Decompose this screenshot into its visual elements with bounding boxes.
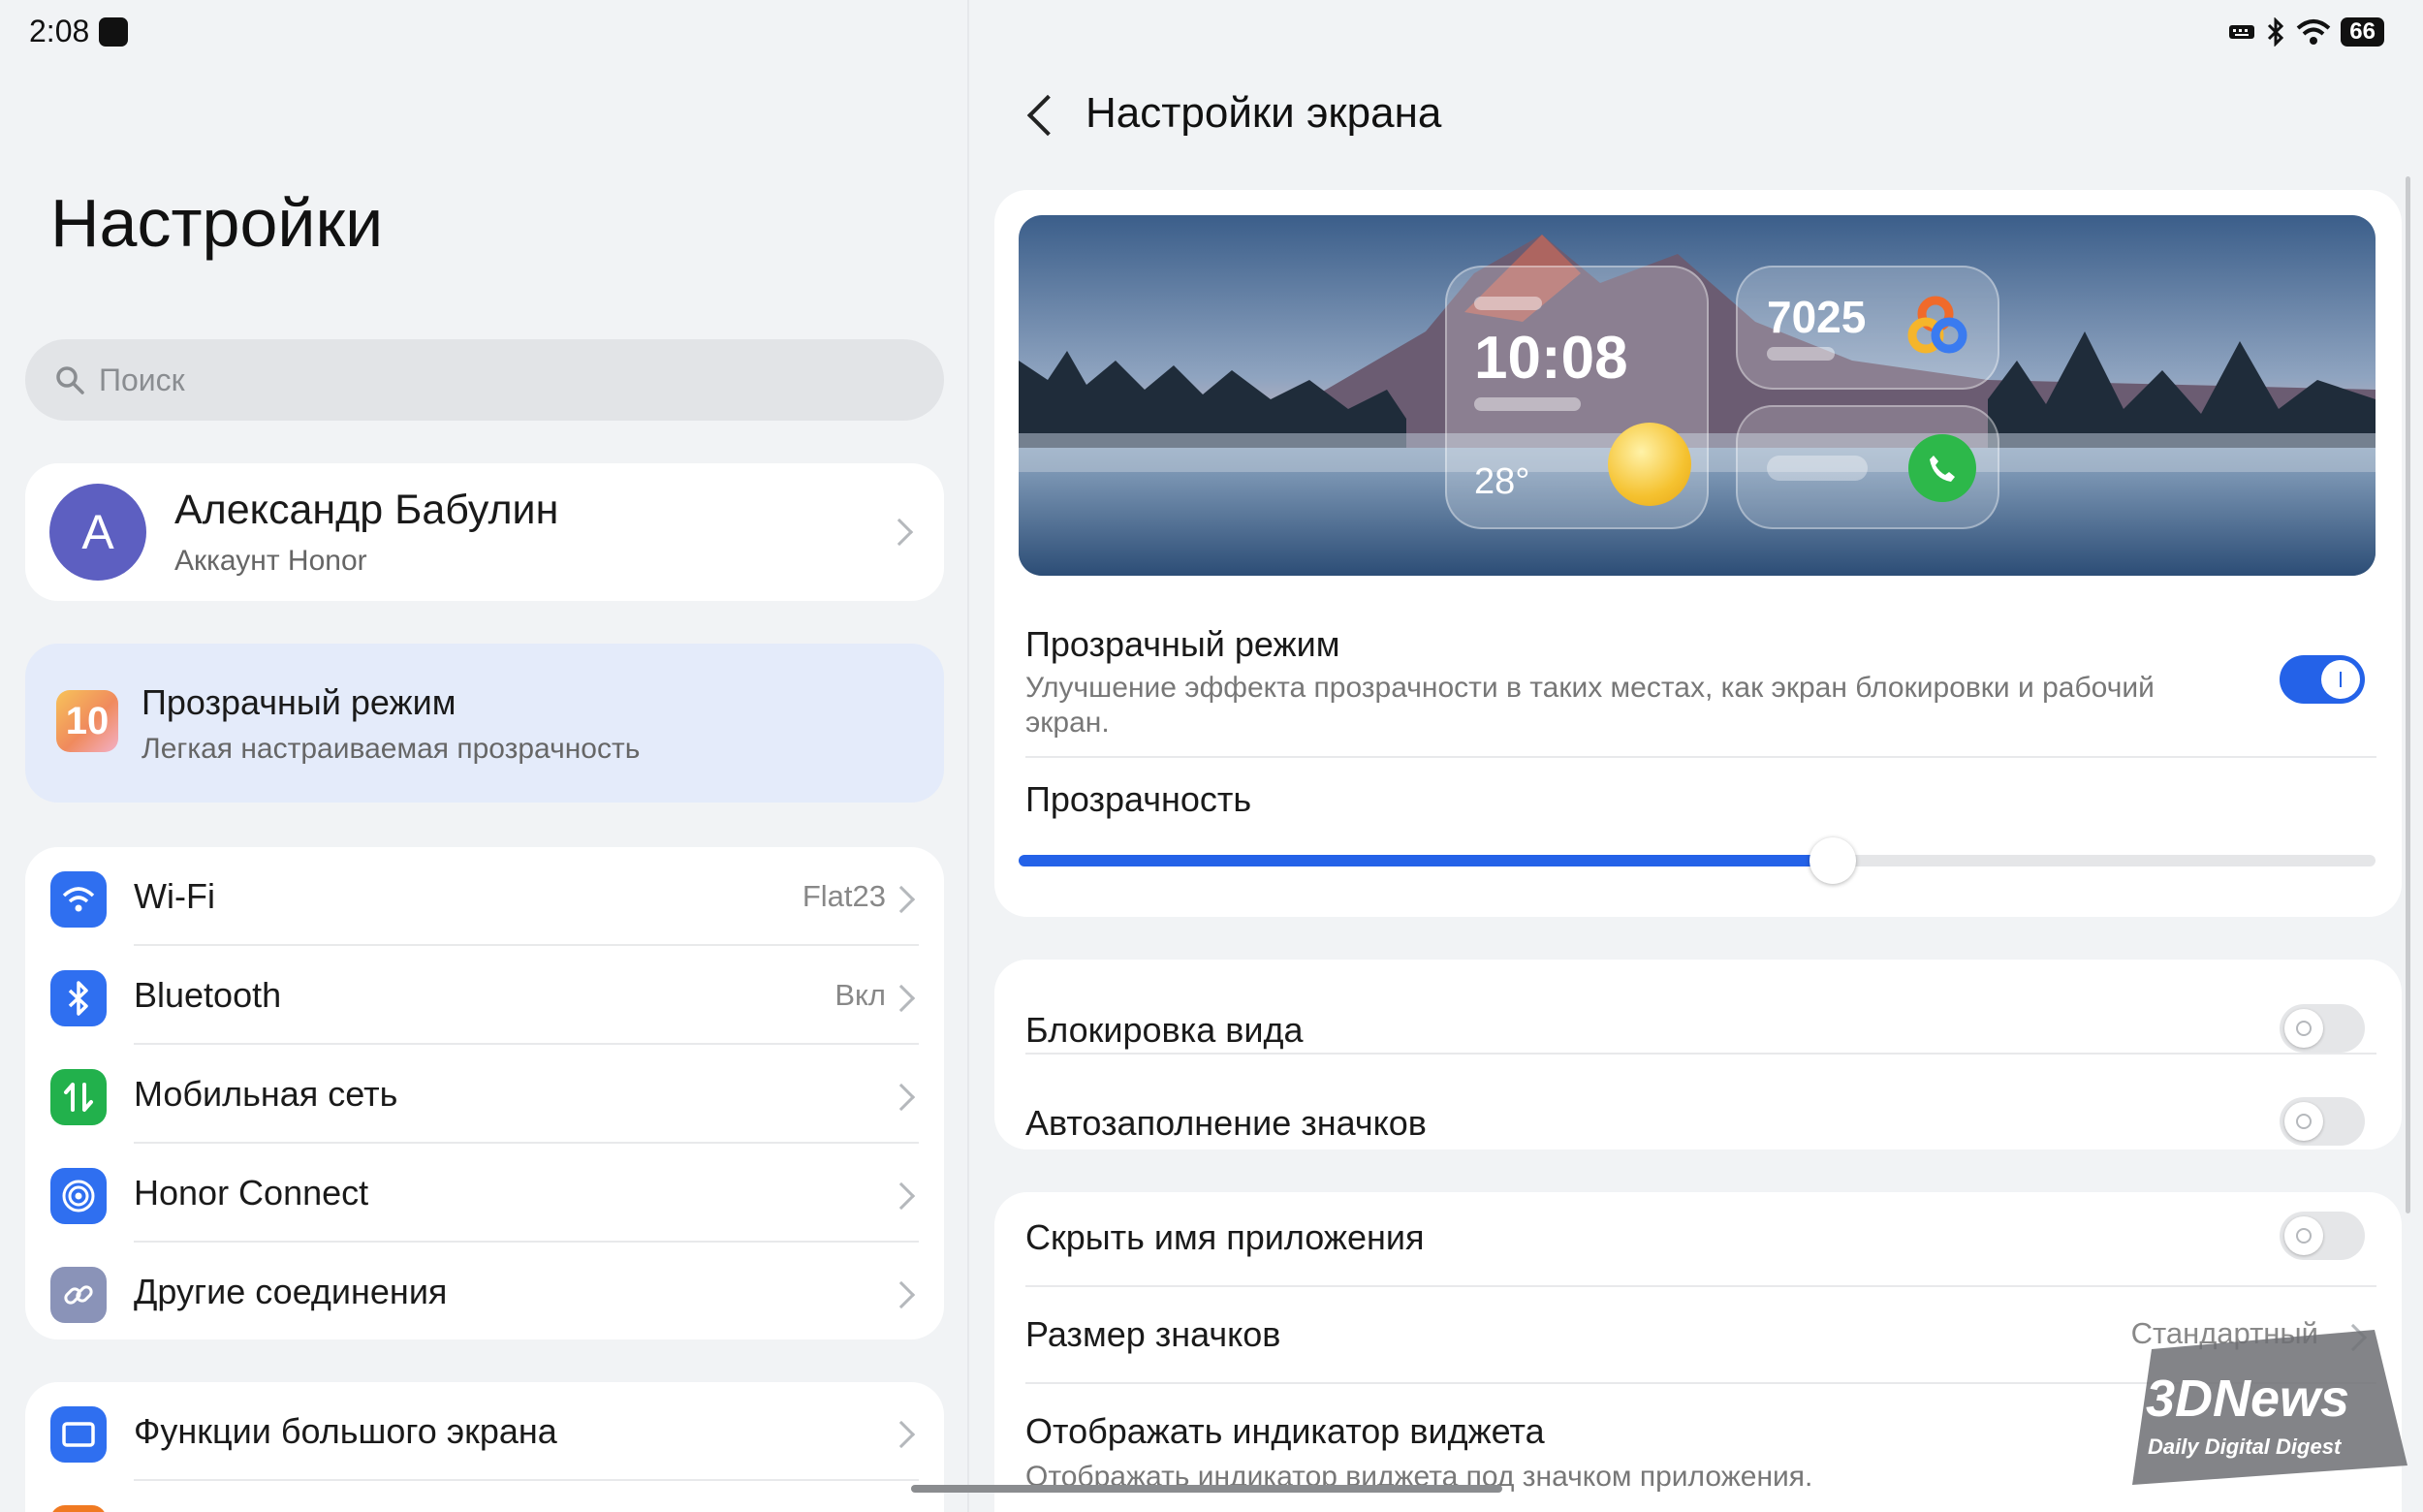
sidebar-item-large-screen[interactable]: Функции большого экрана (25, 1382, 944, 1481)
widget-placeholder-bar (1767, 347, 1835, 361)
lock-layout-toggle[interactable] (2280, 1004, 2365, 1053)
sidebar-item-label: Функции большого экрана (134, 1411, 557, 1451)
pane-divider (967, 0, 969, 1512)
wifi-icon (2296, 19, 2331, 45)
chevron-right-icon (887, 1280, 916, 1309)
hide-app-name-title: Скрыть имя приложения (1025, 1217, 1425, 1257)
search-icon (56, 366, 84, 394)
divider (1025, 1285, 2376, 1287)
promo-subtitle: Легкая настраиваемая прозрачность (142, 733, 641, 765)
chevron-right-icon (887, 885, 916, 914)
bluetooth-icon (50, 970, 107, 1026)
slider-fill (1019, 855, 1833, 866)
sidebar-item-bluetooth[interactable]: Bluetooth Вкл (25, 946, 944, 1045)
activity-rings-icon (1907, 296, 1967, 354)
page-title: Настройки (50, 185, 384, 261)
battery-icon: 66 (2341, 17, 2384, 47)
detail-title: Настройки экрана (1086, 89, 1442, 137)
avatar: А (49, 484, 146, 581)
watermark-brand: 3DNews (2146, 1370, 2350, 1428)
connections-list: Wi-Fi Flat23 Bluetooth Вкл Мобильная сет… (25, 847, 944, 1339)
widget-indicator-title: Отображать индикатор виджета (1025, 1411, 1545, 1451)
widget-placeholder-bar (1474, 297, 1542, 310)
partial-icon (50, 1505, 107, 1512)
icon-size-title: Размер значков (1025, 1314, 1281, 1354)
scrollbar[interactable] (2406, 176, 2410, 1213)
transparent-mode-subtitle: Улучшение эффекта прозрачности в таких м… (1025, 672, 2155, 739)
clock-weather-widget: 10:08 28° (1445, 266, 1709, 529)
sidebar-item-next[interactable] (25, 1481, 944, 1512)
transparent-mode-promo[interactable]: 10 Прозрачный режим Легкая настраиваемая… (25, 644, 944, 803)
sidebar-item-wifi[interactable]: Wi-Fi Flat23 (25, 847, 944, 946)
wifi-icon (50, 871, 107, 928)
sun-icon (1608, 423, 1691, 506)
steps-widget: 7025 (1736, 266, 1999, 390)
honor-connect-icon (50, 1168, 107, 1224)
sidebar-item-label: Honor Connect (134, 1173, 369, 1213)
wifi-network-value: Flat23 (802, 879, 886, 913)
toggle-knob (2321, 660, 2360, 699)
bluetooth-status-value: Вкл (834, 978, 886, 1012)
home-screen-preview: 10:08 28° 7025 (1019, 215, 2376, 576)
widget-placeholder-bar (1767, 456, 1868, 481)
account-subtitle: Аккаунт Honor (174, 545, 367, 577)
transparent-mode-title: Прозрачный режим (1025, 624, 1340, 664)
transparency-slider[interactable] (1019, 837, 2376, 884)
chevron-right-icon (887, 1181, 916, 1211)
keyboard-icon (2229, 25, 2255, 39)
magicos-10-icon: 10 (56, 690, 118, 752)
widget-placeholder-bar (1474, 397, 1581, 411)
sidebar-item-honor-connect[interactable]: Honor Connect (25, 1144, 944, 1243)
watermark-tagline: Daily Digital Digest (2148, 1434, 2342, 1459)
contact-widget (1736, 405, 1999, 529)
lock-layout-title: Блокировка вида (1025, 1010, 1304, 1050)
transparency-card: 10:08 28° 7025 Прозрачный режим Улучшени… (994, 190, 2402, 917)
promo-title: Прозрачный режим (142, 682, 456, 722)
home-indicator[interactable] (911, 1485, 1502, 1493)
large-screen-icon (50, 1406, 107, 1463)
watermark-logo: 3DNews Daily Digital Digest (2132, 1330, 2407, 1485)
settings-pane: Настройки Поиск А Александр Бабулин Акка… (0, 0, 969, 1512)
phone-icon (1908, 434, 1976, 502)
chevron-right-icon (885, 518, 914, 547)
sidebar-item-other-connections[interactable]: Другие соединения (25, 1243, 944, 1341)
sidebar-item-label: Wi-Fi (134, 876, 215, 916)
mobile-network-icon (50, 1069, 107, 1125)
search-input[interactable]: Поиск (99, 362, 185, 398)
autofill-icons-title: Автозаполнение значков (1025, 1103, 1427, 1143)
layout-card: Блокировка вида Автозаполнение значков (994, 960, 2402, 1150)
sidebar-item-mobile-network[interactable]: Мобильная сеть (25, 1045, 944, 1144)
toggle-knob (2284, 1102, 2323, 1141)
widget-steps: 7025 (1767, 292, 1867, 342)
hide-app-name-toggle[interactable] (2280, 1212, 2365, 1260)
autofill-icons-toggle[interactable] (2280, 1097, 2365, 1146)
device-list: Функции большого экрана (25, 1382, 944, 1512)
sidebar-item-label: Bluetooth (134, 975, 282, 1015)
link-icon (50, 1267, 107, 1323)
search-bar[interactable]: Поиск (25, 339, 944, 421)
bluetooth-icon (2268, 17, 2284, 47)
transparent-mode-toggle[interactable] (2280, 655, 2365, 704)
sidebar-item-label: Мобильная сеть (134, 1074, 398, 1114)
chevron-right-icon (887, 1083, 916, 1112)
back-arrow-icon[interactable] (1026, 94, 1069, 137)
account-card[interactable]: А Александр Бабулин Аккаунт Honor (25, 463, 944, 601)
sidebar-item-label: Другие соединения (134, 1272, 448, 1311)
chevron-right-icon (887, 984, 916, 1013)
transparency-title: Прозрачность (1025, 779, 1252, 819)
widget-clock: 10:08 (1474, 325, 1628, 392)
status-icons: 66 (2228, 17, 2384, 47)
toggle-knob (2284, 1009, 2323, 1048)
divider (1025, 1053, 2376, 1055)
slider-handle[interactable] (1809, 837, 1856, 884)
widget-temperature: 28° (1474, 461, 1530, 502)
account-name: Александр Бабулин (174, 487, 559, 533)
divider (1025, 756, 2376, 758)
toggle-knob (2284, 1216, 2323, 1255)
chevron-right-icon (887, 1420, 916, 1449)
